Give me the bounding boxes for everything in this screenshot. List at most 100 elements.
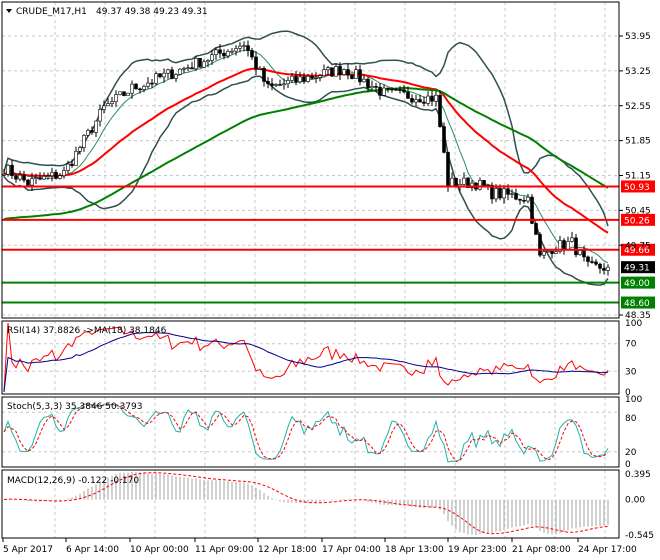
- price-tick-label: 53.95: [625, 32, 651, 42]
- candle-body: [410, 98, 414, 103]
- candle-body: [2, 173, 6, 176]
- candle-body: [346, 69, 350, 76]
- indicator-panels: [3, 322, 609, 536]
- dropdown-triangle-icon[interactable]: [6, 9, 12, 13]
- candle-body: [514, 193, 518, 200]
- candle-body: [374, 86, 378, 88]
- candle-body: [46, 175, 50, 178]
- candle-body: [274, 84, 278, 86]
- candle-body: [602, 268, 606, 271]
- candle-body: [438, 94, 442, 127]
- candle-body: [218, 49, 222, 54]
- candle-body: [258, 68, 262, 70]
- candle-body: [234, 48, 238, 52]
- candle-body: [358, 69, 362, 83]
- candle-body: [314, 77, 318, 79]
- candle-body: [190, 67, 194, 70]
- candle-body: [98, 109, 102, 122]
- candle-body: [166, 69, 170, 74]
- candle-body: [534, 223, 538, 235]
- candle-body: [250, 50, 254, 58]
- time-label: 19 Apr 23:00: [448, 545, 507, 555]
- candle-body: [186, 67, 190, 70]
- candle-body: [498, 188, 502, 199]
- candle-body: [286, 80, 290, 85]
- candle-body: [118, 91, 122, 95]
- candle-body: [122, 91, 126, 96]
- price-tick-label: 50.45: [625, 206, 651, 216]
- candle-body: [446, 152, 450, 187]
- candle-body: [210, 54, 214, 61]
- time-label: 10 Apr 00:00: [130, 545, 189, 555]
- candle-body: [434, 94, 438, 102]
- candle-body: [86, 130, 90, 136]
- candle-body: [14, 175, 18, 180]
- candle-body: [406, 91, 410, 99]
- candle-body: [538, 234, 542, 256]
- candle-body: [510, 193, 514, 195]
- candle-body: [582, 250, 586, 258]
- candle-body: [138, 88, 142, 91]
- candle-body: [594, 261, 598, 265]
- candle-body: [454, 177, 458, 187]
- candle-body: [50, 172, 54, 177]
- candle-body: [398, 89, 402, 91]
- candle-body: [10, 164, 14, 176]
- candle-body: [62, 170, 66, 176]
- candle-body: [330, 67, 334, 77]
- level-label: 50.93: [624, 183, 650, 193]
- candle-body: [198, 58, 202, 68]
- rsi-label: RSI(14) 37.8826 ->MA(18) 38.1846: [7, 326, 167, 336]
- stoch-tick-label: 80: [625, 414, 637, 424]
- candle-body: [230, 50, 234, 53]
- candle-body: [150, 82, 154, 85]
- macd-label: MACD(12,26,9) -0.122 -0.170: [7, 476, 139, 486]
- candle-body: [394, 88, 398, 91]
- candle-body: [362, 78, 366, 83]
- candle-body: [370, 86, 374, 89]
- time-label: 17 Apr 04:00: [322, 545, 381, 555]
- candle-body: [114, 94, 118, 102]
- candle-body: [546, 250, 550, 253]
- rsi-tick-label: 100: [625, 319, 642, 329]
- candle-body: [426, 95, 430, 104]
- candle-body: [78, 147, 82, 152]
- time-label: 24 Apr 17:00: [578, 545, 637, 555]
- candle-body: [414, 99, 418, 103]
- candle-body: [542, 251, 546, 256]
- candle-body: [574, 237, 578, 256]
- candle-body: [366, 78, 370, 89]
- candle-body: [570, 237, 574, 242]
- candle-body: [378, 86, 382, 96]
- price-panel-frame: [1, 1, 620, 319]
- candle-body: [382, 87, 386, 96]
- candle-body: [566, 241, 570, 250]
- level-label: 48.60: [624, 299, 650, 309]
- candle-body: [242, 45, 246, 47]
- time-label: 18 Apr 13:00: [385, 545, 444, 555]
- candle-body: [306, 75, 310, 82]
- candle-body: [290, 75, 294, 81]
- candle-body: [506, 188, 510, 195]
- candle-body: [38, 177, 42, 180]
- candle-body: [502, 188, 506, 199]
- candle-body: [74, 150, 78, 166]
- time-label: 6 Apr 14:00: [66, 545, 119, 555]
- candle-body: [482, 180, 486, 187]
- candle-body: [282, 83, 286, 86]
- candle-body: [226, 50, 230, 57]
- candle-body: [6, 164, 10, 175]
- stoch-signal-line: [3, 403, 609, 462]
- candle-body: [310, 75, 314, 79]
- candle-body: [222, 52, 226, 57]
- bollinger-lower: [3, 75, 609, 286]
- candle-body: [478, 180, 482, 190]
- candle-body: [338, 66, 342, 75]
- macd-tick-label: 0.395: [625, 470, 651, 480]
- stoch-tick-label: 20: [625, 448, 637, 458]
- candle-body: [214, 49, 218, 56]
- candle-body: [102, 105, 106, 110]
- macd-tick-label: -0.545: [625, 531, 654, 541]
- macd-tick-label: 0.00: [625, 496, 645, 506]
- candle-body: [134, 83, 138, 90]
